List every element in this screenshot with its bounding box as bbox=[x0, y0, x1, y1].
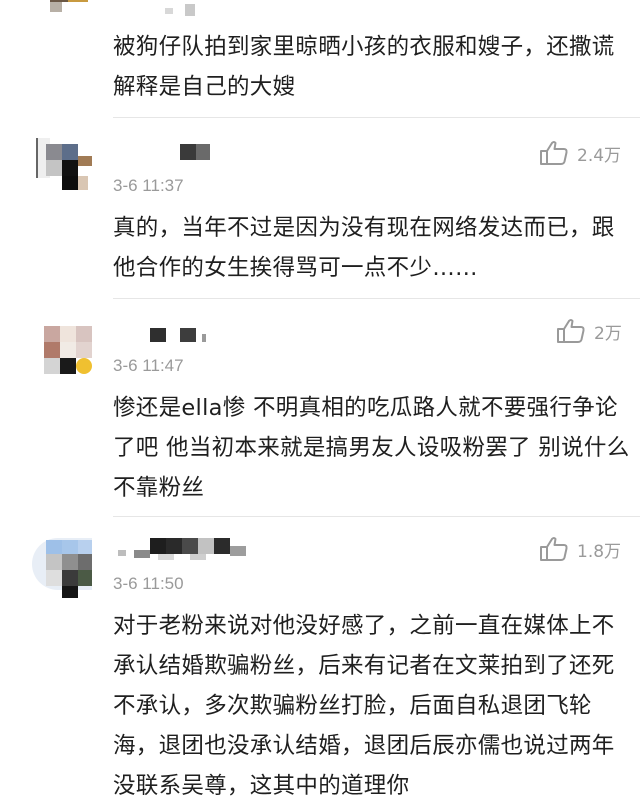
like-button[interactable]: 2.4万 bbox=[539, 140, 621, 166]
comment-item: 2万 3-6 11:47 惨还是ella惨 不明真相的吃瓜路人就不要强行争论了吧… bbox=[0, 298, 640, 517]
like-button[interactable]: 2万 bbox=[556, 318, 622, 344]
username-blurred[interactable] bbox=[150, 326, 220, 342]
comment-text: 真的，当年不过是因为没有现在网络发达而已，跟他合作的女生挨得骂可一点不少…… bbox=[113, 215, 615, 281]
comment-item: 1.8万 3-6 11:50 对于老粉来说对他没好感了，之前一直在媒体上不承认结… bbox=[0, 516, 640, 799]
thumbs-up-icon bbox=[540, 141, 568, 165]
comment-item: 被狗仔队拍到家里晾晒小孩的衣服和嫂子，还撒谎解释是自己的大嫂 bbox=[0, 0, 640, 118]
comment-time: 3-6 11:50 bbox=[113, 574, 184, 593]
avatar[interactable] bbox=[40, 318, 100, 390]
username-blurred[interactable] bbox=[118, 538, 258, 560]
like-count: 2万 bbox=[594, 323, 622, 344]
like-button[interactable]: 1.8万 bbox=[539, 536, 621, 562]
username-blurred[interactable] bbox=[180, 144, 212, 160]
comment-text: 惨还是ella惨 不明真相的吃瓜路人就不要强行争论了吧 他当初本来就是搞男友人设… bbox=[113, 395, 630, 501]
comment-text: 被狗仔队拍到家里晾晒小孩的衣服和嫂子，还撒谎解释是自己的大嫂 bbox=[113, 34, 615, 100]
avatar[interactable] bbox=[40, 0, 100, 22]
username-blurred[interactable] bbox=[165, 4, 205, 20]
thumbs-up-icon bbox=[540, 537, 568, 561]
avatar[interactable] bbox=[32, 130, 92, 202]
comment-time: 3-6 11:47 bbox=[113, 356, 184, 375]
avatar[interactable] bbox=[32, 530, 92, 602]
comment-item: 2.4万 3-6 11:37 真的，当年不过是因为没有现在网络发达而已，跟他合作… bbox=[0, 118, 640, 312]
comment-text: 对于老粉来说对他没好感了，之前一直在媒体上不承认结婚欺骗粉丝，后来有记者在文莱拍… bbox=[113, 613, 615, 799]
like-count: 1.8万 bbox=[577, 541, 622, 562]
comment-time: 3-6 11:37 bbox=[113, 176, 184, 195]
like-count: 2.4万 bbox=[577, 145, 622, 166]
thumbs-up-icon bbox=[557, 319, 585, 343]
